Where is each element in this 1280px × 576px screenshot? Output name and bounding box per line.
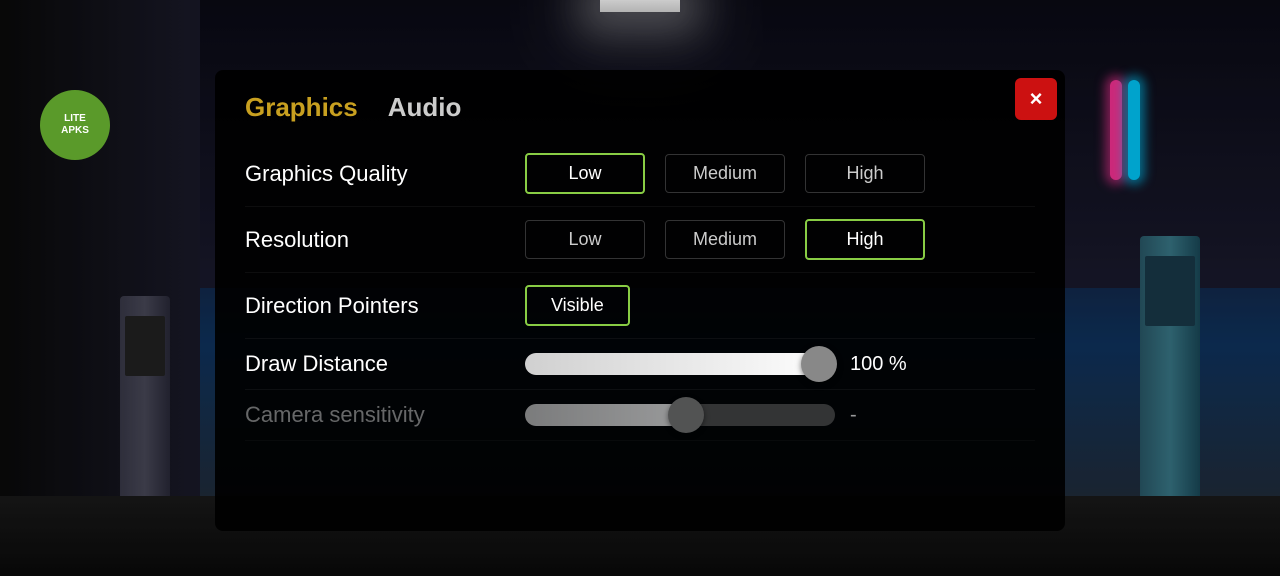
draw-distance-row: Draw Distance 100 %	[245, 339, 1035, 390]
draw-distance-track[interactable]	[525, 353, 835, 375]
resolution-medium-btn[interactable]: Medium	[665, 220, 785, 259]
camera-sensitivity-value: -	[850, 404, 920, 427]
liteapks-badge: LITE APKS	[40, 90, 110, 160]
direction-pointers-controls: Visible	[525, 285, 630, 326]
graphics-quality-controls: Low Medium High	[525, 153, 925, 194]
camera-sensitivity-thumb[interactable]	[668, 397, 704, 433]
close-button[interactable]: ×	[1015, 78, 1057, 120]
resolution-high-btn[interactable]: High	[805, 219, 925, 260]
resolution-low-btn[interactable]: Low	[525, 220, 645, 259]
tab-graphics[interactable]: Graphics	[245, 92, 358, 131]
direction-pointers-label: Direction Pointers	[245, 293, 525, 319]
direction-pointers-row: Direction Pointers Visible	[245, 273, 1035, 339]
resolution-row: Resolution Low Medium High	[245, 207, 1035, 273]
draw-distance-controls: 100 %	[525, 353, 920, 376]
settings-dialog: × Graphics Audio Graphics Quality Low Me…	[215, 70, 1065, 531]
graphics-quality-high-btn[interactable]: High	[805, 154, 925, 193]
draw-distance-thumb[interactable]	[801, 346, 837, 382]
graphics-quality-medium-btn[interactable]: Medium	[665, 154, 785, 193]
graphics-quality-row: Graphics Quality Low Medium High	[245, 141, 1035, 207]
camera-sensitivity-track[interactable]	[525, 404, 835, 426]
tab-audio[interactable]: Audio	[388, 92, 462, 131]
liteapks-label: LITE APKS	[61, 113, 89, 137]
close-icon: ×	[1030, 88, 1043, 110]
graphics-quality-low-btn[interactable]: Low	[525, 153, 645, 194]
camera-sensitivity-label: Camera sensitivity	[245, 402, 525, 428]
draw-distance-slider-container: 100 %	[525, 353, 920, 376]
graphics-quality-label: Graphics Quality	[245, 161, 525, 187]
draw-distance-label: Draw Distance	[245, 351, 525, 377]
direction-pointers-visible-btn[interactable]: Visible	[525, 285, 630, 326]
resolution-controls: Low Medium High	[525, 219, 925, 260]
camera-sensitivity-row: Camera sensitivity -	[245, 390, 1035, 441]
camera-sensitivity-controls: -	[525, 404, 920, 427]
camera-sensitivity-slider-container: -	[525, 404, 920, 427]
resolution-label: Resolution	[245, 227, 525, 253]
tabs-container: Graphics Audio	[215, 70, 1065, 131]
draw-distance-value: 100 %	[850, 353, 920, 376]
settings-content: Graphics Quality Low Medium High Resolut…	[215, 131, 1065, 451]
